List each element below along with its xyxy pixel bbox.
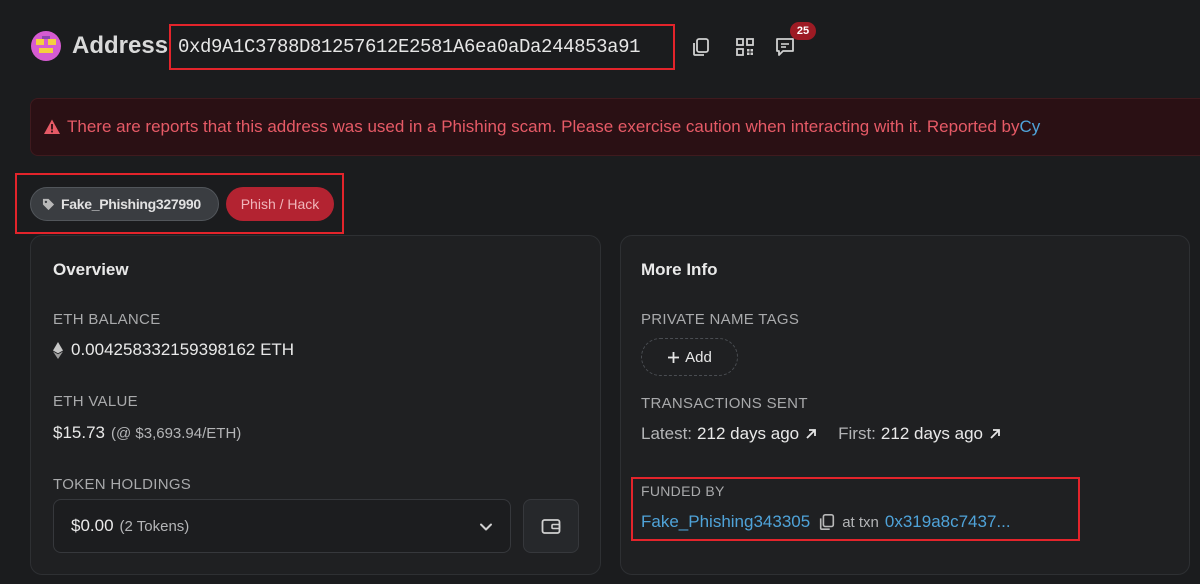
eth-value-rate: (@ $3,693.94/ETH) [111,425,242,442]
token-holdings-count: (2 Tokens) [119,517,190,535]
address-highlight-box: 0xd9A1C3788D81257612E2581A6ea0aDa244853a… [169,24,675,70]
plus-icon [668,351,680,363]
latest-value[interactable]: 212 days ago [697,424,799,444]
name-tag-label: Fake_Phishing327990 [61,196,201,212]
eth-value-row: $15.73 (@ $3,693.94/ETH) [53,423,241,443]
latest-label: Latest: [641,424,693,443]
alert-message: There are reports that this address was … [67,117,1020,136]
token-holdings-label: TOKEN HOLDINGS [53,476,192,493]
qr-code-icon [736,38,754,56]
eth-value-label: ETH VALUE [53,393,138,410]
ethereum-icon [53,341,63,359]
eth-balance-label: ETH BALANCE [53,311,161,328]
arrow-up-right-icon[interactable] [804,427,818,441]
add-private-tag-button[interactable]: Add [641,338,738,376]
funded-by-link[interactable]: Fake_Phishing343305 [641,512,810,532]
page-title: Address [72,32,169,59]
eth-value-amount: $15.73 [53,423,105,442]
phishing-alert: There are reports that this address was … [30,98,1200,156]
first-label: First: [838,424,876,443]
eth-balance-value: 0.004258332159398162 ETH [71,340,295,359]
add-button-label: Add [685,348,712,366]
eth-balance-row: 0.004258332159398162 ETH [53,340,294,360]
tag-icon [42,198,55,210]
comment-count-badge: 25 [790,22,816,40]
copy-icon [693,38,709,56]
address-avatar-icon [30,30,62,62]
phish-hack-badge[interactable]: Phish / Hack [226,187,334,221]
address-hash[interactable]: 0xd9A1C3788D81257612E2581A6ea0aDa244853a… [178,36,640,58]
name-tag-badge[interactable]: Fake_Phishing327990 [30,187,219,221]
arrow-up-right-icon[interactable] [988,427,1002,441]
warning-icon [44,119,60,134]
transactions-sent-label: TRANSACTIONS SENT [641,395,808,412]
wallet-icon [541,519,561,534]
token-wallet-button[interactable] [523,499,579,553]
copy-icon[interactable] [818,513,836,531]
at-txn-label: at txn [842,513,879,531]
token-holdings-value: $0.00 [71,516,114,535]
funded-by-row: Fake_Phishing343305 at txn 0x319a8c7437.… [641,512,1011,532]
qr-code-button[interactable] [732,34,758,60]
chevron-down-icon [480,523,492,531]
phish-hack-label: Phish / Hack [240,196,320,212]
first-value[interactable]: 212 days ago [881,424,983,444]
alert-reporter-link[interactable]: Cy [1020,117,1041,137]
funded-by-label: FUNDED BY [641,483,725,499]
funding-txn-link[interactable]: 0x319a8c7437... [885,512,1011,532]
more-info-title: More Info [641,260,718,279]
overview-title: Overview [53,260,129,279]
private-name-tags-label: PRIVATE NAME TAGS [641,311,800,328]
token-holdings-dropdown[interactable]: $0.00 (2 Tokens) [53,499,511,553]
comment-icon [776,38,794,56]
copy-address-button[interactable] [688,34,714,60]
transactions-sent-row: Latest: 212 days ago First: 212 days ago [641,424,1002,444]
